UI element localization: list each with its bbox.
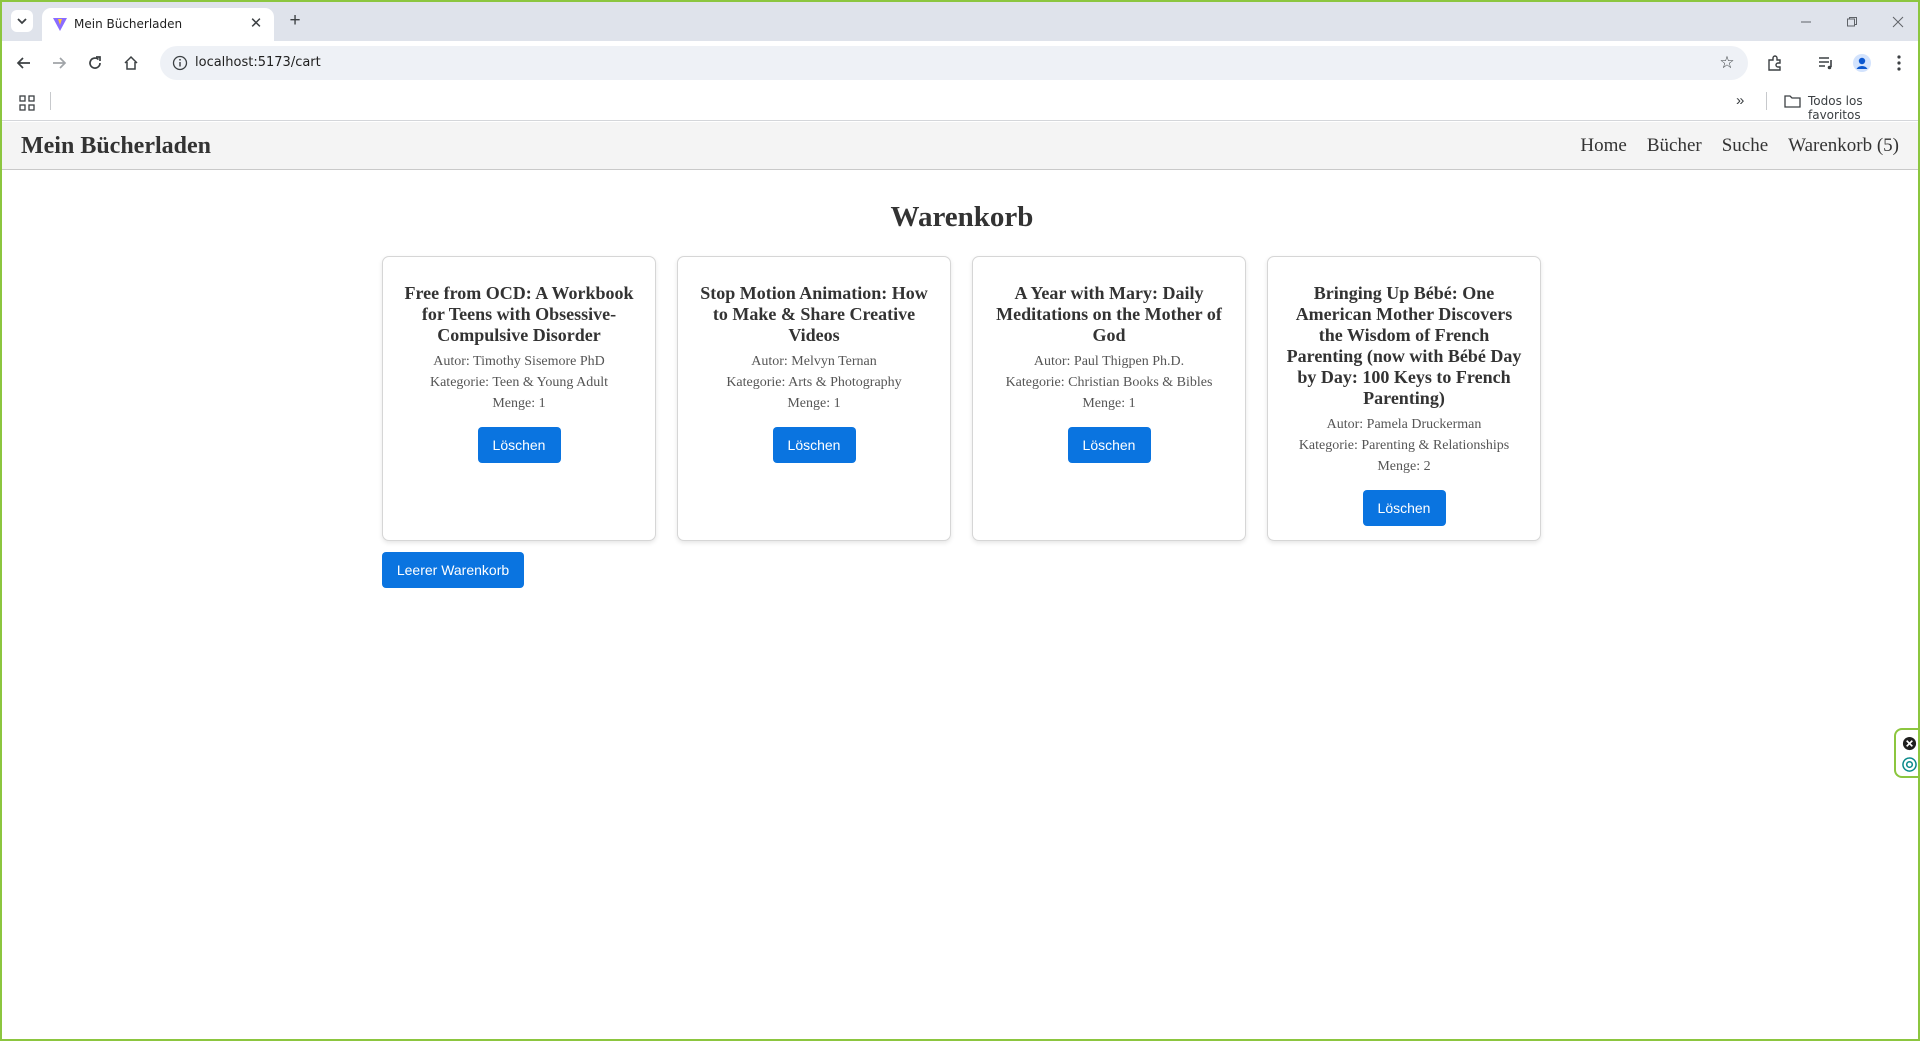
clear-cart-button[interactable]: Leerer Warenkorb [382,552,524,588]
book-category: Kategorie: Christian Books & Bibles [1005,375,1213,390]
browser-toolbar: localhost:5173/cart ☆ [2,41,1918,83]
reload-icon[interactable] [82,50,108,76]
all-bookmarks-label[interactable]: Todos los favoritos [1808,94,1918,122]
star-icon[interactable]: ☆ [1716,52,1738,74]
site-header: Mein Bücherladen Home Bücher Suche Waren… [2,122,1918,170]
chevron-down-icon[interactable] [11,10,33,32]
url-text[interactable]: localhost:5173/cart [195,55,321,70]
book-author: Autor: Timothy Sisemore PhD [433,354,605,369]
book-category: Kategorie: Teen & Young Adult [429,375,609,390]
close-circle-icon[interactable] [1902,736,1917,751]
chevrons-right-icon[interactable]: » [1736,92,1744,109]
extension-logo-icon[interactable] [1902,757,1917,772]
delete-button[interactable]: Löschen [1067,427,1151,463]
book-quantity: Menge: 1 [787,396,841,411]
minimize-icon[interactable] [1794,10,1818,34]
window-close-icon[interactable] [1886,10,1910,34]
delete-button[interactable]: Löschen [477,427,561,463]
browser-window: Mein Bücherladen ✕ + localhost:5173/cart… [0,0,1920,1041]
puzzle-icon[interactable] [1762,50,1788,76]
book-title: Stop Motion Animation: How to Make & Sha… [700,283,928,345]
nav-link-search[interactable]: Suche [1722,135,1768,157]
site-brand[interactable]: Mein Bücherladen [21,133,211,160]
kebab-menu-icon[interactable] [1886,50,1912,76]
nav-link-home[interactable]: Home [1580,135,1626,157]
cart-item-card: Bringing Up Bébé: One American Mother Di… [1267,256,1541,541]
book-title: Free from OCD: A Workbook for Teens with… [404,283,634,345]
tab-strip: Mein Bücherladen ✕ + [2,2,1918,41]
book-quantity: Menge: 2 [1377,459,1431,474]
profile-icon[interactable] [1849,50,1875,76]
tab-title: Mein Bücherladen [74,17,183,31]
book-title: A Year with Mary: Daily Meditations on t… [996,283,1222,345]
browser-tab[interactable]: Mein Bücherladen ✕ [42,8,274,41]
cart-item-card: Free from OCD: A Workbook for Teens with… [382,256,656,541]
nav-link-cart[interactable]: Warenkorb (5) [1788,135,1899,157]
media-icon[interactable] [1813,50,1839,76]
plus-icon[interactable]: + [284,10,306,32]
book-quantity: Menge: 1 [492,396,546,411]
folder-icon[interactable] [1784,94,1801,108]
delete-button[interactable]: Löschen [772,427,856,463]
bookmarks-bar: » Todos los favoritos [2,83,1918,122]
book-title: Bringing Up Bébé: One American Mother Di… [1286,283,1522,408]
vite-favicon-icon [53,18,67,31]
nav-link-books[interactable]: Bücher [1647,135,1702,157]
address-bar[interactable]: localhost:5173/cart ☆ [160,46,1748,80]
cart-items: Free from OCD: A Workbook for Teens with… [382,256,1541,541]
book-author: Autor: Pamela Druckerman [1326,417,1482,432]
book-author: Autor: Melvyn Ternan [751,354,877,369]
bookmarks-divider [1766,92,1767,110]
back-arrow-icon[interactable] [11,50,37,76]
delete-button[interactable]: Löschen [1362,490,1446,526]
home-icon[interactable] [118,50,144,76]
extension-side-widget [1894,728,1918,778]
book-category: Kategorie: Arts & Photography [726,375,902,390]
forward-arrow-icon[interactable] [46,50,72,76]
book-author: Autor: Paul Thigpen Ph.D. [1033,354,1185,369]
book-category: Kategorie: Parenting & Relationships [1298,438,1510,453]
page-title: Warenkorb [890,201,1034,233]
cart-item-card: A Year with Mary: Daily Meditations on t… [972,256,1246,541]
apps-grid-icon[interactable] [19,95,35,111]
info-icon[interactable] [172,55,188,71]
book-quantity: Menge: 1 [1082,396,1136,411]
close-icon[interactable]: ✕ [246,13,266,33]
site-nav: Home Bücher Suche Warenkorb (5) [1580,135,1899,157]
restore-icon[interactable] [1840,10,1864,34]
cart-item-card: Stop Motion Animation: How to Make & Sha… [677,256,951,541]
bookmarks-divider [50,92,51,110]
